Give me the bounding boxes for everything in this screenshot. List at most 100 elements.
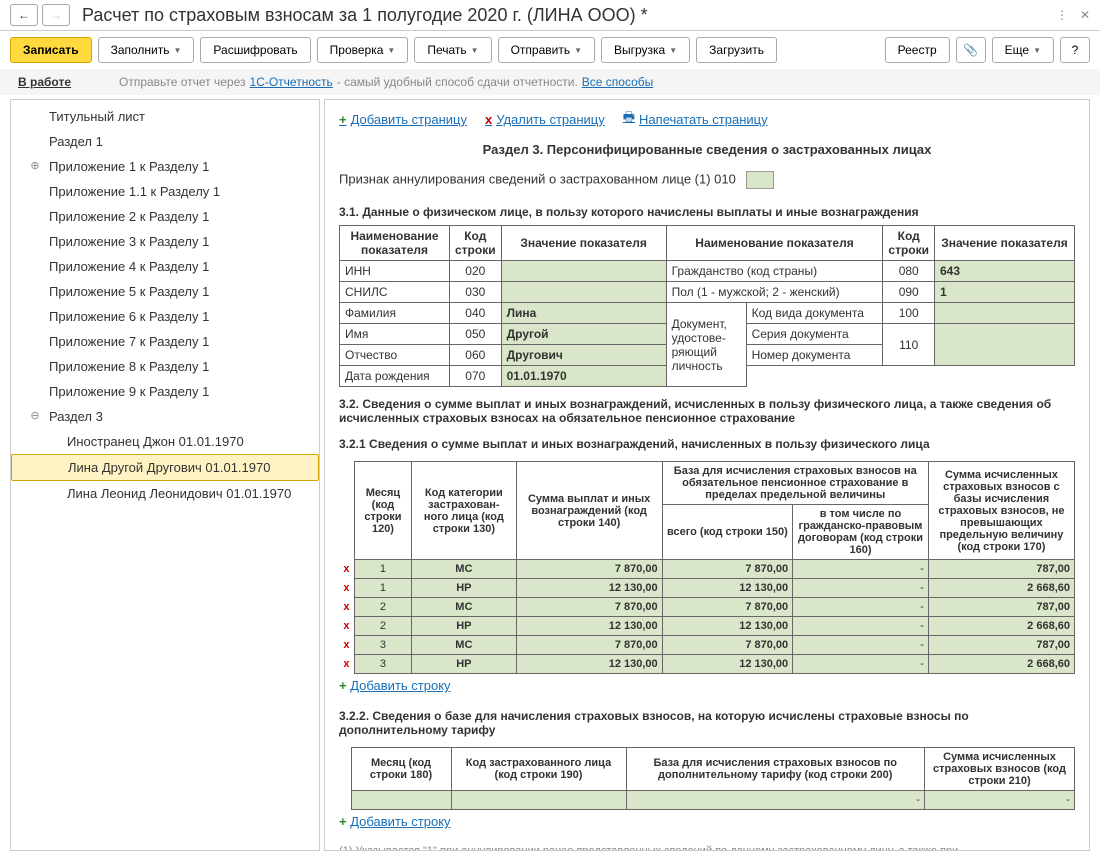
tree-item-app8[interactable]: Приложение 8 к Разделу 1 (11, 354, 319, 379)
surname-input[interactable]: Лина (501, 303, 666, 324)
delete-row-icon[interactable]: х (339, 560, 354, 579)
cell-s160[interactable]: - (793, 560, 929, 579)
cell-s140[interactable]: 7 870,00 (516, 598, 662, 617)
tree-item-person2[interactable]: Лина Другой Другович 01.01.1970 (11, 454, 319, 481)
cell-s140[interactable]: 7 870,00 (516, 560, 662, 579)
cancel-flag-input[interactable] (746, 171, 774, 189)
inn-input[interactable] (501, 261, 666, 282)
cell-month[interactable]: 3 (354, 655, 411, 674)
cell-322-sum[interactable]: - (925, 791, 1075, 810)
cell-s160[interactable]: - (793, 598, 929, 617)
cell-category[interactable]: НР (412, 617, 516, 636)
delete-row-icon[interactable]: х (339, 598, 354, 617)
cell-322-code[interactable] (451, 791, 626, 810)
cell-month[interactable]: 3 (354, 636, 411, 655)
close-icon[interactable]: ✕ (1080, 8, 1090, 22)
cell-s140[interactable]: 12 130,00 (516, 617, 662, 636)
snils-input[interactable] (501, 282, 666, 303)
cell-category[interactable]: МС (412, 636, 516, 655)
check-button[interactable]: Проверка▼ (317, 37, 409, 63)
firstname-input[interactable]: Другой (501, 324, 666, 345)
tree-item-app7[interactable]: Приложение 7 к Разделу 1 (11, 329, 319, 354)
save-button[interactable]: Записать (10, 37, 92, 63)
cell-s150[interactable]: 7 870,00 (662, 560, 792, 579)
delete-row-icon[interactable]: х (339, 617, 354, 636)
registry-button[interactable]: Реестр (885, 37, 950, 63)
tree-item-app5[interactable]: Приложение 5 к Разделу 1 (11, 279, 319, 304)
cell-322-base[interactable]: - (626, 791, 925, 810)
cell-month[interactable]: 2 (354, 598, 411, 617)
tree-item-app1[interactable]: ⊕Приложение 1 к Разделу 1 (11, 154, 319, 179)
doc-type-input[interactable] (935, 303, 1075, 324)
add-row-322[interactable]: Добавить строку (350, 814, 450, 829)
cell-s150[interactable]: 7 870,00 (662, 636, 792, 655)
patronymic-input[interactable]: Другович (501, 345, 666, 366)
cell-s170[interactable]: 787,00 (928, 636, 1074, 655)
cell-s140[interactable]: 12 130,00 (516, 579, 662, 598)
cell-s150[interactable]: 7 870,00 (662, 598, 792, 617)
cell-s150[interactable]: 12 130,00 (662, 579, 792, 598)
send-button[interactable]: Отправить▼ (498, 37, 595, 63)
attach-button[interactable]: 📎 (956, 37, 986, 63)
expand-icon[interactable]: ⊕ (29, 159, 41, 172)
dob-input[interactable]: 01.01.1970 (501, 366, 666, 387)
status-mode[interactable]: В работе (18, 75, 71, 89)
cell-s170[interactable]: 787,00 (928, 560, 1074, 579)
doc-series-num-input[interactable] (935, 324, 1075, 366)
delete-page-action[interactable]: хУдалить страницу (485, 112, 605, 127)
cell-s170[interactable]: 2 668,60 (928, 617, 1074, 636)
cell-month[interactable]: 1 (354, 579, 411, 598)
import-button[interactable]: Загрузить (696, 37, 777, 63)
forward-button[interactable]: → (42, 4, 70, 26)
tree-item-app3[interactable]: Приложение 3 к Разделу 1 (11, 229, 319, 254)
delete-row-icon[interactable]: х (339, 636, 354, 655)
tree-item-app9[interactable]: Приложение 9 к Разделу 1 (11, 379, 319, 404)
cell-category[interactable]: НР (412, 579, 516, 598)
cell-s160[interactable]: - (793, 617, 929, 636)
cell-s170[interactable]: 787,00 (928, 598, 1074, 617)
cell-category[interactable]: МС (412, 598, 516, 617)
fill-button[interactable]: Заполнить▼ (98, 37, 195, 63)
tree-item-app2[interactable]: Приложение 2 к Разделу 1 (11, 204, 319, 229)
cell-month[interactable]: 1 (354, 560, 411, 579)
cell-s160[interactable]: - (793, 655, 929, 674)
add-row-321[interactable]: Добавить строку (350, 678, 450, 693)
link-all-methods[interactable]: Все способы (582, 75, 654, 89)
tree-item-r3[interactable]: ⊖Раздел 3 (11, 404, 319, 429)
tree-item-title[interactable]: Титульный лист (11, 104, 319, 129)
help-button[interactable]: ? (1060, 37, 1090, 63)
collapse-icon[interactable]: ⊖ (29, 409, 41, 422)
cell-s160[interactable]: - (793, 636, 929, 655)
cell-s160[interactable]: - (793, 579, 929, 598)
citizenship-input[interactable]: 643 (935, 261, 1075, 282)
cell-s170[interactable]: 2 668,60 (928, 655, 1074, 674)
tree-item-person3[interactable]: Лина Леонид Леонидович 01.01.1970 (11, 481, 319, 506)
link-1c-report[interactable]: 1С-Отчетность (250, 75, 333, 89)
cell-category[interactable]: НР (412, 655, 516, 674)
more-options-icon[interactable]: ⋮ (1056, 8, 1068, 22)
cell-s170[interactable]: 2 668,60 (928, 579, 1074, 598)
cell-322-month[interactable] (351, 791, 451, 810)
back-button[interactable]: ← (10, 4, 38, 26)
export-button[interactable]: Выгрузка▼ (601, 37, 690, 63)
tree-item-person1[interactable]: Иностранец Джон 01.01.1970 (11, 429, 319, 454)
add-page-action[interactable]: +Добавить страницу (339, 112, 467, 127)
print-page-action[interactable]: 🖶Напечатать страницу (623, 108, 768, 130)
cell-s150[interactable]: 12 130,00 (662, 655, 792, 674)
tree-item-app6[interactable]: Приложение 6 к Разделу 1 (11, 304, 319, 329)
tree-item-app11[interactable]: Приложение 1.1 к Разделу 1 (11, 179, 319, 204)
decode-button[interactable]: Расшифровать (200, 37, 310, 63)
cell-month[interactable]: 2 (354, 617, 411, 636)
more-button[interactable]: Еще▼ (992, 37, 1054, 63)
delete-row-icon[interactable]: х (339, 579, 354, 598)
print-button[interactable]: Печать▼ (414, 37, 491, 63)
cell-s140[interactable]: 12 130,00 (516, 655, 662, 674)
delete-row-icon[interactable]: х (339, 655, 354, 674)
cell-s140[interactable]: 7 870,00 (516, 636, 662, 655)
sex-input[interactable]: 1 (935, 282, 1075, 303)
plus-icon: + (339, 112, 347, 127)
cell-category[interactable]: МС (412, 560, 516, 579)
tree-item-r1[interactable]: Раздел 1 (11, 129, 319, 154)
cell-s150[interactable]: 12 130,00 (662, 617, 792, 636)
tree-item-app4[interactable]: Приложение 4 к Разделу 1 (11, 254, 319, 279)
